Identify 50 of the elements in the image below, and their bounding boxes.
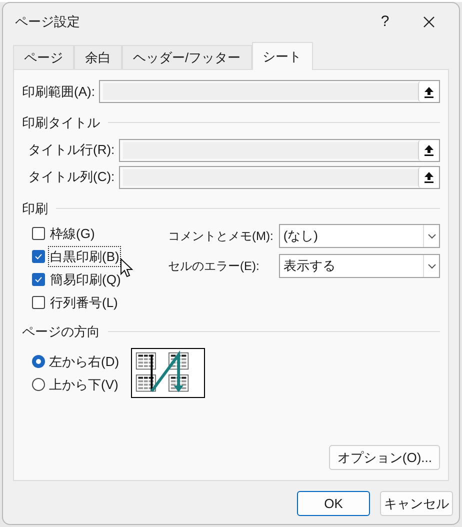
radio-button[interactable] <box>32 378 45 391</box>
radio-option[interactable]: 左から右(D) <box>32 352 120 370</box>
group-heading: 印刷 <box>22 200 48 218</box>
collapse-dialog-button[interactable] <box>418 140 439 160</box>
dropdown-label: セルのエラー(E): <box>168 258 260 275</box>
tab[interactable]: ヘッダー/フッター <box>122 45 252 69</box>
check-icon <box>34 252 43 261</box>
checkbox[interactable] <box>32 250 45 263</box>
field-label: タイトル行(R): <box>28 141 115 160</box>
range-field[interactable] <box>118 166 440 188</box>
tab[interactable]: 余白 <box>74 45 122 69</box>
tab[interactable]: シート <box>252 42 313 70</box>
radio-button[interactable] <box>32 355 45 368</box>
upload-arrow-icon <box>424 144 434 156</box>
window-title: ページ設定 <box>15 13 81 32</box>
dropdown[interactable]: 表示する <box>279 254 440 278</box>
dropdown-label: コメントとメモ(M): <box>168 228 274 245</box>
checkbox[interactable] <box>32 296 45 309</box>
option-label: 枠線(G) <box>49 224 96 243</box>
tab[interactable]: ページ <box>13 45 74 69</box>
checkbox-option[interactable]: 枠線(G) <box>32 224 162 243</box>
chevron-down-icon <box>428 264 436 268</box>
checkbox[interactable] <box>32 273 45 286</box>
group-heading: 印刷タイトル <box>22 114 100 132</box>
checkbox-option[interactable]: 行列番号(L) <box>32 293 162 312</box>
field-label: タイトル列(C): <box>28 168 115 186</box>
collapse-dialog-button[interactable] <box>418 81 439 102</box>
field-label: 印刷範囲(A): <box>22 82 95 101</box>
checkbox-option[interactable]: 簡易印刷(Q) <box>32 270 162 289</box>
group-heading: ページの方向 <box>22 323 100 341</box>
dialog-button[interactable]: OK <box>297 491 370 516</box>
upload-arrow-icon <box>424 86 434 98</box>
radio-option[interactable]: 上から下(V) <box>32 376 120 394</box>
help-button[interactable]: ? <box>363 7 407 37</box>
mouse-pointer-icon <box>120 258 134 278</box>
close-icon <box>423 16 435 28</box>
range-field[interactable] <box>98 80 440 103</box>
upload-arrow-icon <box>424 171 434 183</box>
range-field[interactable] <box>118 138 440 162</box>
checkbox[interactable] <box>32 227 45 240</box>
checkbox-option[interactable]: 白黒印刷(B) <box>32 247 162 266</box>
dropdown[interactable]: (なし) <box>279 224 440 248</box>
option-label: 行列番号(L) <box>49 294 119 312</box>
option-label: 白黒印刷(B) <box>49 246 120 266</box>
check-icon <box>34 275 43 284</box>
options-button[interactable]: オプション(O)... <box>329 445 440 470</box>
dialog-button[interactable]: キャンセル <box>380 491 453 516</box>
chevron-down-icon <box>428 234 436 238</box>
option-label: 簡易印刷(Q) <box>49 270 122 289</box>
collapse-dialog-button[interactable] <box>418 166 439 188</box>
